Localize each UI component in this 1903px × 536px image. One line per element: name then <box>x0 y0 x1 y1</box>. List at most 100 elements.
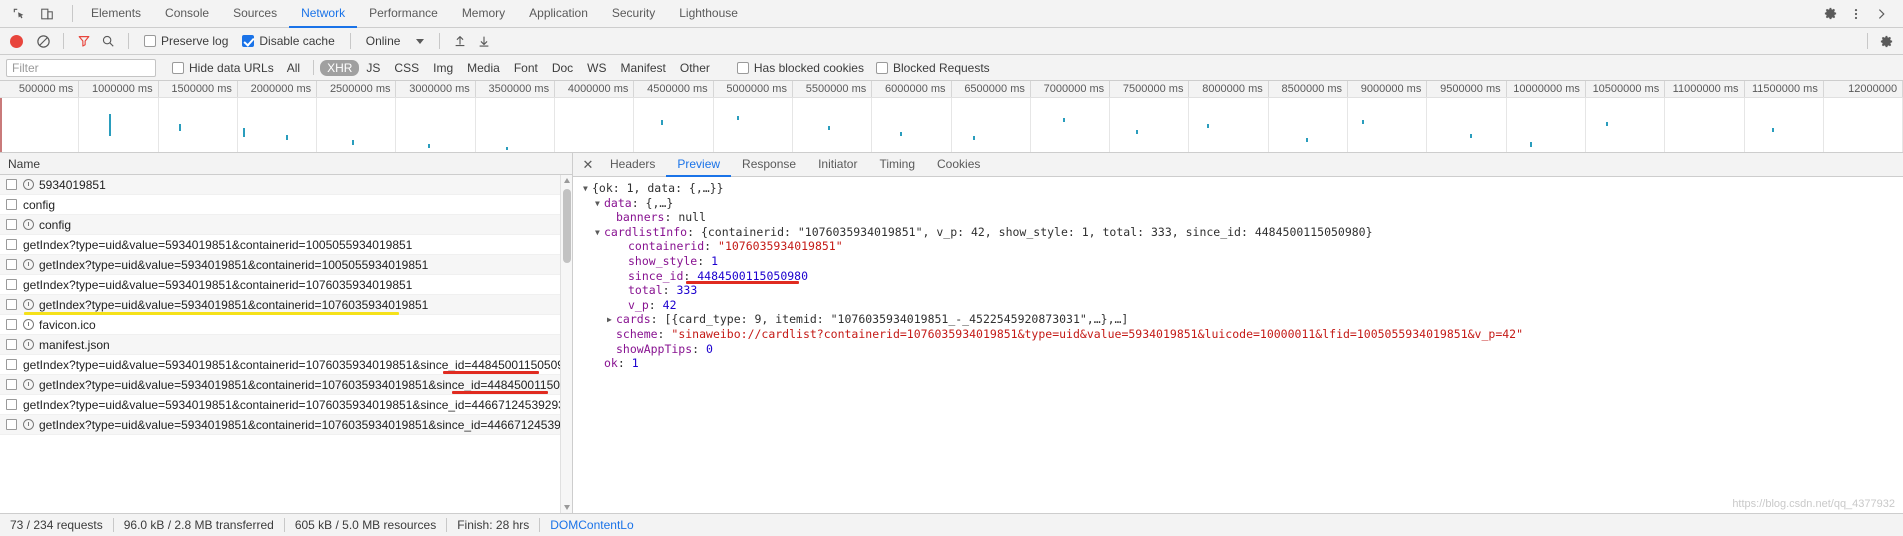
close-detail-icon[interactable]: ✕ <box>577 153 599 176</box>
clear-network-log-icon[interactable] <box>32 31 54 51</box>
table-row[interactable]: getIndex?type=uid&value=5934019851&conta… <box>0 395 572 415</box>
tab-lighthouse[interactable]: Lighthouse <box>667 0 750 28</box>
json-tree-line[interactable]: ▶showAppTips: 0 <box>583 342 1903 357</box>
tab-console[interactable]: Console <box>153 0 221 28</box>
overview-selection-handle[interactable] <box>0 98 2 152</box>
detail-tab-cookies[interactable]: Cookies <box>926 153 991 177</box>
row-checkbox[interactable] <box>6 259 17 270</box>
filter-type-all[interactable]: All <box>280 60 307 76</box>
detail-tab-response[interactable]: Response <box>731 153 807 177</box>
json-tree-line[interactable]: ▶show_style: 1 <box>583 254 1903 269</box>
record-stop-button[interactable] <box>10 34 23 48</box>
detail-tab-preview[interactable]: Preview <box>666 153 732 177</box>
filter-funnel-icon[interactable] <box>73 31 95 51</box>
row-checkbox[interactable] <box>6 359 17 370</box>
close-devtools-icon[interactable] <box>1869 2 1895 26</box>
row-checkbox[interactable] <box>6 379 17 390</box>
json-tree-line[interactable]: ▶since_id: 4484500115050980 <box>583 269 1903 284</box>
filter-type-img[interactable]: Img <box>426 60 460 76</box>
column-header-name[interactable]: Name <box>8 157 40 171</box>
row-checkbox[interactable] <box>6 399 17 410</box>
tab-sources[interactable]: Sources <box>221 0 289 28</box>
detail-tab-headers[interactable]: Headers <box>599 153 666 177</box>
hide-data-urls-checkbox[interactable]: Hide data URLs <box>166 61 280 75</box>
table-row[interactable]: config <box>0 195 572 215</box>
filter-type-ws[interactable]: WS <box>580 60 613 76</box>
row-checkbox[interactable] <box>6 319 17 330</box>
json-tree-line[interactable]: ▶scheme: "sinaweibo://cardlist?container… <box>583 327 1903 342</box>
request-rows[interactable]: 5934019851 config config getIndex?type=uid&… <box>0 175 572 513</box>
filter-input[interactable]: Filter <box>6 58 156 77</box>
preserve-log-checkbox[interactable]: Preserve log <box>138 34 234 48</box>
json-tree-line[interactable]: ▶ok: 1 <box>583 356 1903 371</box>
scroll-up-arrow-icon[interactable] <box>564 178 570 183</box>
row-checkbox[interactable] <box>6 279 17 290</box>
table-row[interactable]: getIndex?type=uid&value=5934019851&conta… <box>0 415 572 435</box>
row-checkbox[interactable] <box>6 339 17 350</box>
scroll-down-arrow-icon[interactable] <box>564 505 570 510</box>
has-blocked-cookies-checkbox[interactable]: Has blocked cookies <box>731 61 870 75</box>
table-row[interactable]: getIndex?type=uid&value=5934019851&conta… <box>0 235 572 255</box>
detail-tab-initiator[interactable]: Initiator <box>807 153 868 177</box>
table-row[interactable]: getIndex?type=uid&value=5934019851&conta… <box>0 295 572 315</box>
filter-type-css[interactable]: CSS <box>387 60 426 76</box>
filter-type-xhr[interactable]: XHR <box>320 59 360 76</box>
table-row[interactable]: getIndex?type=uid&value=5934019851&conta… <box>0 375 572 395</box>
export-har-icon[interactable] <box>473 31 495 51</box>
filter-type-doc[interactable]: Doc <box>545 60 580 76</box>
filter-type-font[interactable]: Font <box>507 60 545 76</box>
table-row[interactable]: favicon.ico <box>0 315 572 335</box>
overview-bands[interactable] <box>0 98 1903 152</box>
filter-type-media[interactable]: Media <box>460 60 507 76</box>
table-row[interactable]: getIndex?type=uid&value=5934019851&conta… <box>0 255 572 275</box>
throttling-dropdown[interactable]: Online <box>360 34 431 48</box>
tab-performance[interactable]: Performance <box>357 0 450 28</box>
filter-type-manifest[interactable]: Manifest <box>614 60 673 76</box>
more-options-icon[interactable] <box>1843 2 1869 26</box>
row-checkbox[interactable] <box>6 239 17 250</box>
json-tree-line[interactable]: ▶containerid: "1076035934019851" <box>583 239 1903 254</box>
collapse-triangle-icon[interactable]: ▶ <box>607 313 616 328</box>
expand-triangle-icon[interactable]: ▼ <box>595 226 604 241</box>
json-tree-line[interactable]: ▶ cards: [{card_type: 9, itemid: "1076035… <box>583 312 1903 327</box>
row-checkbox[interactable] <box>6 199 17 210</box>
row-checkbox[interactable] <box>6 219 17 230</box>
json-tree-line[interactable]: ▶banners: null <box>583 210 1903 225</box>
expand-triangle-icon[interactable]: ▼ <box>595 197 604 212</box>
network-settings-gear-icon[interactable] <box>1875 31 1897 51</box>
tab-network[interactable]: Network <box>289 0 358 28</box>
tab-memory[interactable]: Memory <box>450 0 517 28</box>
detail-tab-timing[interactable]: Timing <box>868 153 926 177</box>
settings-gear-icon[interactable] <box>1817 2 1843 26</box>
tab-security[interactable]: Security <box>600 0 667 28</box>
scrollbar-thumb[interactable] <box>563 189 571 263</box>
table-row[interactable]: manifest.json <box>0 335 572 355</box>
device-toolbar-icon[interactable] <box>34 2 60 26</box>
table-row[interactable]: getIndex?type=uid&value=5934019851&conta… <box>0 275 572 295</box>
json-tree-line[interactable]: ▼ {ok: 1, data: {,…}} <box>583 181 1903 196</box>
preview-json-tree[interactable]: ▼{ok: 1, data: {,…}}▼data: {,…}▶banners:… <box>573 177 1903 513</box>
request-list-scrollbar[interactable] <box>560 175 572 513</box>
inspect-element-icon[interactable] <box>6 2 32 26</box>
tab-application[interactable]: Application <box>517 0 600 28</box>
json-tree-line[interactable]: ▼ data: {,…} <box>583 196 1903 211</box>
row-checkbox[interactable] <box>6 299 17 310</box>
filter-type-js[interactable]: JS <box>359 60 387 76</box>
blocked-requests-checkbox[interactable]: Blocked Requests <box>870 61 996 75</box>
expand-triangle-icon[interactable]: ▼ <box>583 182 592 197</box>
table-row[interactable]: 5934019851 <box>0 175 572 195</box>
overview-request-mark <box>427 144 430 148</box>
filter-type-other[interactable]: Other <box>673 60 717 76</box>
table-row[interactable]: config <box>0 215 572 235</box>
table-row[interactable]: getIndex?type=uid&value=5934019851&conta… <box>0 355 572 375</box>
json-tree-line[interactable]: ▶total: 333 <box>583 283 1903 298</box>
network-overview[interactable]: 500000 ms 1000000 ms 1500000 ms 2000000 ms 2… <box>0 81 1903 153</box>
json-tree-line[interactable]: ▼ cardlistInfo: {containerid: "1076035934… <box>583 225 1903 240</box>
json-tree-line[interactable]: ▶v_p: 42 <box>583 298 1903 313</box>
import-har-icon[interactable] <box>449 31 471 51</box>
disable-cache-checkbox[interactable]: Disable cache <box>236 34 340 48</box>
row-checkbox[interactable] <box>6 179 17 190</box>
row-checkbox[interactable] <box>6 419 17 430</box>
tab-elements[interactable]: Elements <box>79 0 153 28</box>
search-icon[interactable] <box>97 31 119 51</box>
